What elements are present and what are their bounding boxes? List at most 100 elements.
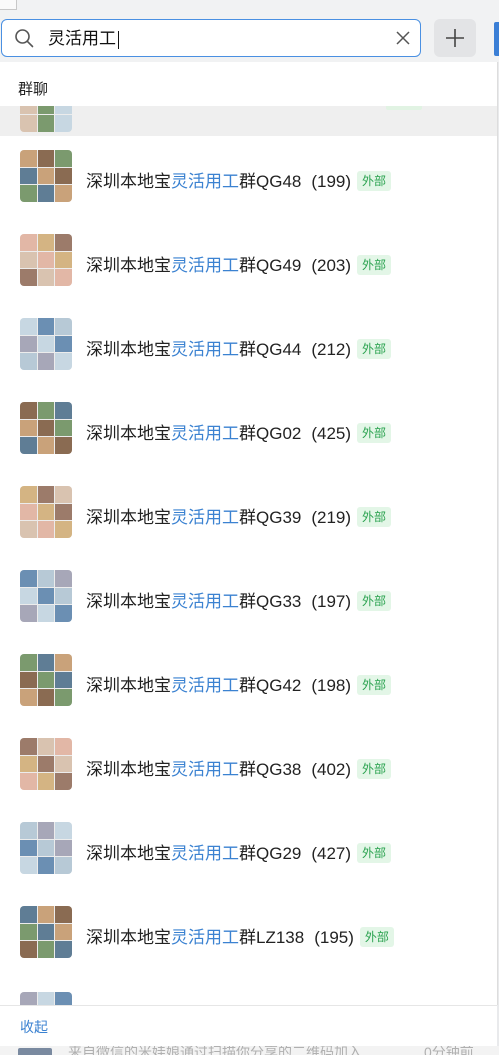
group-name-highlight: 灵活用工 [171, 340, 239, 359]
group-name: 深圳本地宝灵活用工群QG39 (219) 外部 [86, 503, 392, 528]
close-icon[interactable] [394, 29, 412, 47]
member-count: (203) [311, 256, 352, 275]
group-name-prefix: 深圳本地宝 [86, 340, 171, 359]
external-badge [386, 106, 422, 110]
group-name-suffix: 群QG44 [239, 340, 302, 359]
text-caret [118, 30, 119, 49]
group-name: 深圳本地宝灵活用工群QG42 (198) 外部 [86, 671, 392, 696]
result-list: 深圳本地宝灵活用工群QG48 (199) 外部 深圳本地宝灵活用工群QG49 (203)… [0, 150, 497, 1005]
group-name-prefix: 深圳本地宝 [86, 592, 171, 611]
list-item-partial[interactable] [0, 106, 497, 136]
external-badge: 外部 [357, 171, 392, 191]
group-name-suffix: 群QG42 [239, 676, 302, 695]
group-name-suffix: 群QG33 [239, 592, 302, 611]
window-corner-mark [0, 0, 17, 10]
search-icon [15, 29, 34, 48]
group-name: 深圳本地宝灵活用工群LZ138 (195) 外部 [86, 923, 394, 948]
list-item-partial[interactable] [0, 992, 497, 1005]
results-footer: 收起 [0, 1005, 497, 1046]
group-name: 深圳本地宝灵活用工群QG49 (203) 外部 [86, 251, 392, 276]
group-name: 深圳本地宝灵活用工群QG48 (199) 外部 [86, 167, 392, 192]
group-avatar [20, 234, 72, 286]
group-name-suffix: 群QG39 [239, 508, 302, 527]
external-badge: 外部 [357, 507, 392, 527]
group-name-suffix: 群QG49 [239, 256, 302, 275]
section-label-group-chats: 群聊 [18, 81, 49, 98]
search-input[interactable]: 灵活用工 [1, 19, 421, 57]
top-bar: 灵活用工 [0, 0, 499, 62]
member-count: (219) [311, 508, 352, 527]
member-count: (212) [311, 340, 352, 359]
list-item[interactable]: 深圳本地宝灵活用工群QG29 (427) 外部 [0, 822, 497, 908]
background-chat-preview: 来自微信的米娃娘通过扫描你分享的二维码加入 0分钟前 [0, 1046, 499, 1055]
list-item[interactable]: 深圳本地宝灵活用工群QG39 (219) 外部 [0, 486, 497, 572]
group-avatar [20, 150, 72, 202]
group-name-highlight: 灵活用工 [171, 928, 239, 947]
search-value[interactable]: 灵活用工 [48, 29, 119, 49]
list-item[interactable]: 深圳本地宝灵活用工群QG49 (203) 外部 [0, 234, 497, 320]
external-badge: 外部 [357, 675, 392, 695]
list-item[interactable]: 深圳本地宝灵活用工群QG48 (199) 外部 [0, 150, 497, 236]
list-item[interactable]: 深圳本地宝灵活用工群QG02 (425) 外部 [0, 402, 497, 488]
group-name: 深圳本地宝灵活用工群QG33 (197) 外部 [86, 587, 392, 612]
group-avatar [20, 738, 72, 790]
member-count: (402) [311, 760, 352, 779]
external-badge: 外部 [357, 423, 392, 443]
edge-accent [494, 22, 499, 56]
group-name: 深圳本地宝灵活用工群QG02 (425) 外部 [86, 419, 392, 444]
group-name-highlight: 灵活用工 [171, 424, 239, 443]
plus-icon [446, 29, 464, 47]
background-avatar [18, 1048, 52, 1055]
group-name: 深圳本地宝灵活用工群QG29 (427) 外部 [86, 839, 392, 864]
member-count: (199) [311, 172, 352, 191]
group-name-highlight: 灵活用工 [171, 172, 239, 191]
member-count: (197) [311, 592, 352, 611]
group-name-prefix: 深圳本地宝 [86, 172, 171, 191]
group-name: 深圳本地宝灵活用工群QG38 (402) 外部 [86, 755, 392, 780]
group-name-highlight: 灵活用工 [171, 676, 239, 695]
group-name-prefix: 深圳本地宝 [86, 508, 171, 527]
external-badge: 外部 [357, 339, 392, 359]
external-badge: 外部 [357, 843, 392, 863]
group-name-prefix: 深圳本地宝 [86, 256, 171, 275]
group-name-highlight: 灵活用工 [171, 256, 239, 275]
group-name-highlight: 灵活用工 [171, 844, 239, 863]
background-preview-text: 来自微信的米娃娘通过扫描你分享的二维码加入 [68, 1046, 362, 1055]
group-avatar [20, 570, 72, 622]
external-badge: 外部 [357, 591, 392, 611]
external-badge: 外部 [357, 255, 392, 275]
group-name-highlight: 灵活用工 [171, 592, 239, 611]
group-name-suffix: 群QG38 [239, 760, 302, 779]
group-name-suffix: 群LZ138 [239, 928, 305, 947]
member-count: (198) [311, 676, 352, 695]
group-name-prefix: 深圳本地宝 [86, 676, 171, 695]
member-count: (427) [311, 844, 352, 863]
list-item[interactable]: 深圳本地宝灵活用工群QG38 (402) 外部 [0, 738, 497, 824]
external-badge: 外部 [359, 927, 394, 947]
list-item[interactable]: 深圳本地宝灵活用工群QG42 (198) 外部 [0, 654, 497, 740]
list-item[interactable]: 深圳本地宝灵活用工群QG44 (212) 外部 [0, 318, 497, 404]
collapse-button[interactable]: 收起 [20, 1017, 48, 1037]
group-avatar [20, 402, 72, 454]
group-name-suffix: 群QG29 [239, 844, 302, 863]
background-preview-time: 0分钟前 [424, 1046, 474, 1055]
group-avatar [20, 654, 72, 706]
group-name: 深圳本地宝灵活用工群QG44 (212) 外部 [86, 335, 392, 360]
list-item[interactable]: 深圳本地宝灵活用工群LZ138 (195) 外部 [0, 906, 497, 992]
group-name-suffix: 群QG48 [239, 172, 302, 191]
group-name-highlight: 灵活用工 [171, 760, 239, 779]
group-avatar [20, 106, 72, 132]
member-count: (425) [311, 424, 352, 443]
list-item[interactable]: 深圳本地宝灵活用工群QG33 (197) 外部 [0, 570, 497, 656]
group-name-prefix: 深圳本地宝 [86, 424, 171, 443]
group-name-suffix: 群QG02 [239, 424, 302, 443]
group-avatar [20, 822, 72, 874]
group-avatar [20, 992, 72, 1005]
search-results-panel: 群聊 深圳本地宝灵活用工群QG48 (199) 外部 深圳本地宝灵活用工群QG49 (2… [0, 62, 498, 1005]
group-avatar [20, 318, 72, 370]
group-name-prefix: 深圳本地宝 [86, 760, 171, 779]
group-name-prefix: 深圳本地宝 [86, 844, 171, 863]
external-badge: 外部 [357, 759, 392, 779]
group-name-prefix: 深圳本地宝 [86, 928, 171, 947]
add-button[interactable] [434, 19, 476, 57]
